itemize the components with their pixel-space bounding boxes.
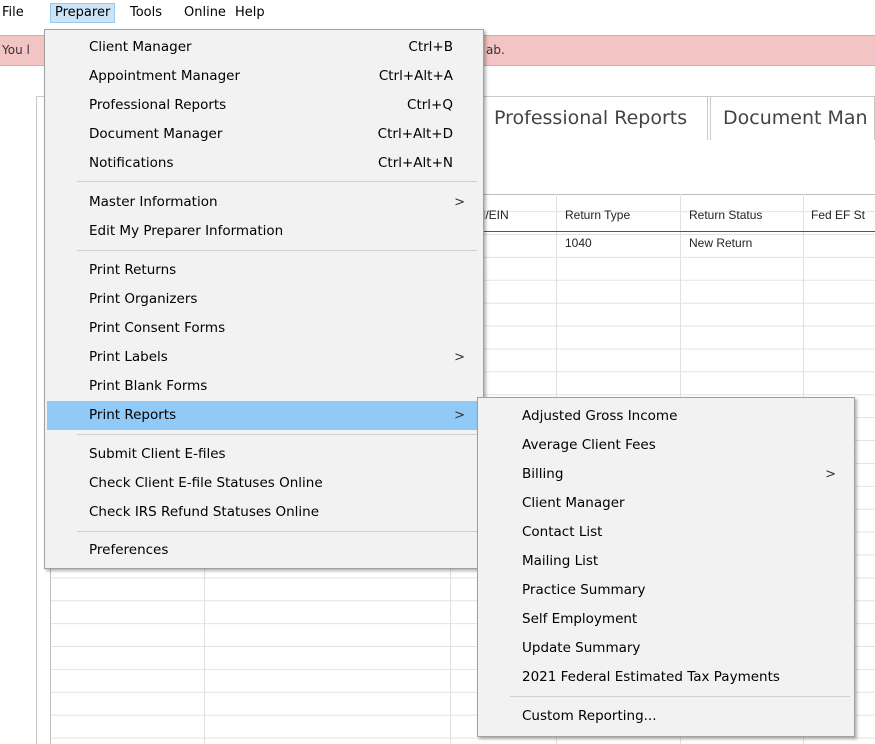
column-header-return-type[interactable]: Return Type: [565, 208, 630, 222]
menu-item-print-reports[interactable]: Print Reports >: [47, 401, 481, 430]
banner-text-left: You l: [2, 43, 30, 57]
menu-separator: [77, 250, 477, 251]
menu-separator: [77, 531, 477, 532]
menu-item-label: Contact List: [522, 524, 603, 540]
menu-file[interactable]: File: [0, 3, 28, 23]
menu-tools[interactable]: Tools: [126, 3, 166, 23]
menu-item-check-efile-statuses[interactable]: Check Client E-file Statuses Online: [47, 469, 481, 498]
menu-item-print-returns[interactable]: Print Returns: [47, 256, 481, 285]
column-header-fed-ef-status[interactable]: Fed EF St: [811, 208, 865, 222]
menu-item-label: Adjusted Gross Income: [522, 408, 678, 424]
menu-item-label: Check Client E-file Statuses Online: [89, 475, 323, 491]
menu-separator: [510, 696, 850, 697]
shortcut-text: Ctrl+Q: [407, 97, 453, 113]
column-header-ein[interactable]: I/EIN: [482, 208, 509, 222]
chevron-right-icon: >: [454, 195, 465, 210]
menu-item-label: Document Manager: [89, 126, 223, 142]
menu-item-appointment-manager[interactable]: Appointment Manager Ctrl+Alt+A: [47, 62, 481, 91]
menu-item-notifications[interactable]: Notifications Ctrl+Alt+N: [47, 149, 481, 178]
menu-item-label: Print Blank Forms: [89, 378, 208, 394]
menu-item-label: Appointment Manager: [89, 68, 241, 84]
submenu-item-adjusted-gross-income[interactable]: Adjusted Gross Income: [480, 402, 852, 431]
submenu-item-client-manager[interactable]: Client Manager: [480, 489, 852, 518]
menu-item-print-consent-forms[interactable]: Print Consent Forms: [47, 314, 481, 343]
menu-online[interactable]: Online: [180, 3, 230, 23]
menu-item-label: Mailing List: [522, 553, 599, 569]
menu-item-label: Submit Client E-files: [89, 446, 226, 462]
cell-return-status[interactable]: New Return: [689, 236, 752, 250]
tab-professional-reports[interactable]: Professional Reports: [481, 96, 708, 140]
menu-item-label: Preferences: [89, 542, 169, 558]
menu-item-label: Print Labels: [89, 349, 168, 365]
chevron-right-icon: >: [454, 350, 465, 365]
submenu-item-update-summary[interactable]: Update Summary: [480, 634, 852, 663]
submenu-item-custom-reporting[interactable]: Custom Reporting...: [480, 702, 852, 731]
menu-item-master-information[interactable]: Master Information >: [47, 188, 481, 217]
menu-item-label: Notifications: [89, 155, 174, 171]
menu-preparer[interactable]: Preparer: [50, 3, 116, 23]
menu-item-label: Average Client Fees: [522, 437, 656, 453]
submenu-item-self-employment[interactable]: Self Employment: [480, 605, 852, 634]
submenu-item-average-client-fees[interactable]: Average Client Fees: [480, 431, 852, 460]
menu-help[interactable]: Help: [231, 3, 269, 23]
menu-item-label: Self Employment: [522, 611, 638, 627]
menu-item-label: Print Reports: [89, 407, 177, 423]
menu-item-label: Update Summary: [522, 640, 641, 656]
menu-item-submit-efiles[interactable]: Submit Client E-files: [47, 440, 481, 469]
tab-document-manager[interactable]: Document Man: [710, 96, 875, 140]
menu-separator: [77, 434, 477, 435]
menu-item-label: 2021 Federal Estimated Tax Payments: [522, 669, 780, 685]
menu-item-print-organizers[interactable]: Print Organizers: [47, 285, 481, 314]
menu-item-label: Print Returns: [89, 262, 177, 278]
shortcut-text: Ctrl+Alt+N: [377, 155, 453, 171]
menu-item-label: Custom Reporting...: [522, 708, 657, 724]
menu-item-print-blank-forms[interactable]: Print Blank Forms: [47, 372, 481, 401]
banner-text-right: ab.: [486, 43, 505, 57]
menu-item-label: Client Manager: [522, 495, 625, 511]
menu-item-label: Master Information: [89, 194, 218, 210]
menu-item-label: Print Consent Forms: [89, 320, 226, 336]
menu-item-label: Billing: [522, 466, 564, 482]
menu-item-client-manager[interactable]: Client Manager Ctrl+B: [47, 33, 481, 62]
menu-item-check-refund-statuses[interactable]: Check IRS Refund Statuses Online: [47, 498, 481, 527]
shortcut-text: Ctrl+Alt+A: [378, 68, 453, 84]
menu-item-label: Practice Summary: [522, 582, 646, 598]
chevron-right-icon: >: [454, 408, 465, 423]
shortcut-text: Ctrl+Alt+D: [377, 126, 453, 142]
submenu-item-mailing-list[interactable]: Mailing List: [480, 547, 852, 576]
menu-item-preferences[interactable]: Preferences: [47, 536, 481, 565]
column-header-return-status[interactable]: Return Status: [689, 208, 762, 222]
submenu-item-practice-summary[interactable]: Practice Summary: [480, 576, 852, 605]
chevron-right-icon: >: [825, 467, 836, 482]
cell-return-type[interactable]: 1040: [565, 236, 592, 250]
menu-item-professional-reports[interactable]: Professional Reports Ctrl+Q: [47, 91, 481, 120]
menu-separator: [77, 181, 477, 182]
menu-item-label: Edit My Preparer Information: [89, 223, 284, 239]
shortcut-text: Ctrl+B: [408, 39, 453, 55]
submenu-item-estimated-tax-payments[interactable]: 2021 Federal Estimated Tax Payments: [480, 663, 852, 692]
menu-item-print-labels[interactable]: Print Labels >: [47, 343, 481, 372]
menu-item-document-manager[interactable]: Document Manager Ctrl+Alt+D: [47, 120, 481, 149]
menu-bar: File Preparer Tools Online Help: [0, 0, 875, 24]
print-reports-submenu: Adjusted Gross Income Average Client Fee…: [477, 397, 855, 737]
submenu-item-contact-list[interactable]: Contact List: [480, 518, 852, 547]
menu-item-label: Check IRS Refund Statuses Online: [89, 504, 320, 520]
menu-item-label: Professional Reports: [89, 97, 227, 113]
menu-item-label: Print Organizers: [89, 291, 198, 307]
submenu-item-billing[interactable]: Billing >: [480, 460, 852, 489]
menu-item-edit-preparer-info[interactable]: Edit My Preparer Information: [47, 217, 481, 246]
menu-item-label: Client Manager: [89, 39, 192, 55]
preparer-menu: Client Manager Ctrl+B Appointment Manage…: [44, 29, 484, 569]
